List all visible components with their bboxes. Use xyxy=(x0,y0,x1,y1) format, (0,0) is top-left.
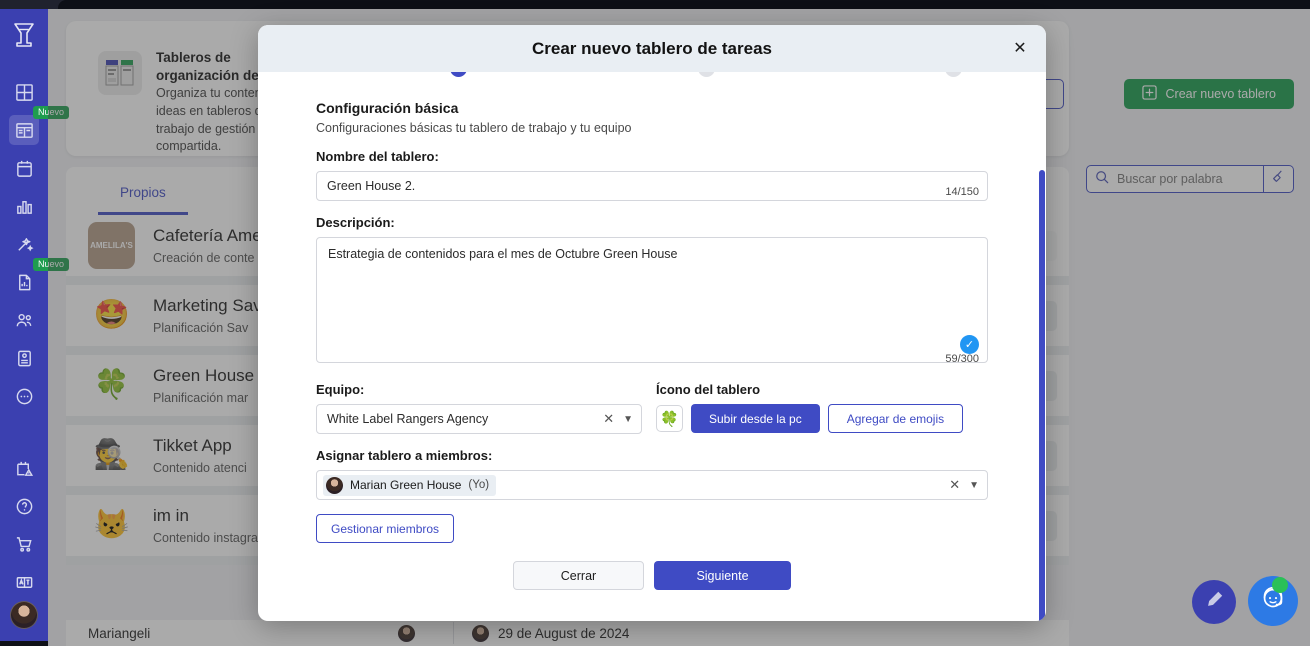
sidebar-item-cart[interactable] xyxy=(9,529,39,559)
app-logo-icon[interactable] xyxy=(7,17,41,57)
add-emoji-button[interactable]: Agregar de emojis xyxy=(827,404,964,433)
team-select[interactable]: White Label Rangers Agency ✕ ▼ xyxy=(316,404,642,434)
description-textarea[interactable]: Estrategia de contenidos para el mes de … xyxy=(316,237,988,363)
board-icon-controls: 🍀 Subir desde la pc Agregar de emojis xyxy=(656,404,988,433)
modal-title: Crear nuevo tablero de tareas xyxy=(532,38,772,58)
support-status-badge xyxy=(1272,577,1288,593)
manage-members-button[interactable]: Gestionar miembros xyxy=(316,514,455,543)
member-chip[interactable]: Marian Green House (Yo) xyxy=(323,474,497,496)
description-counter: 59/300 xyxy=(945,353,979,365)
team-label: Equipo: xyxy=(316,382,365,397)
sidebar-item-calendar-alert[interactable] xyxy=(9,453,39,483)
description-label: Descripción: xyxy=(316,215,395,230)
board-name-counter: 14/150 xyxy=(945,186,979,198)
sidebar-item-calendar[interactable] xyxy=(9,153,39,183)
step-dot-1[interactable] xyxy=(450,72,467,77)
edit-fab-button[interactable] xyxy=(1192,580,1236,624)
step-dot-3[interactable] xyxy=(945,72,962,77)
sidebar-item-help[interactable] xyxy=(9,491,39,521)
browser-chrome-strip xyxy=(0,0,1310,9)
next-button[interactable]: Siguiente xyxy=(654,561,791,590)
board-name-field: 14/150 xyxy=(316,171,988,201)
step-dot-2[interactable] xyxy=(698,72,715,77)
team-value: White Label Rangers Agency xyxy=(327,412,489,426)
team-column: Equipo: White Label Rangers Agency ✕ ▼ xyxy=(316,382,642,434)
sidebar-item-contacts[interactable] xyxy=(9,343,39,373)
section-subtitle: Configuraciones básicas tu tablero de tr… xyxy=(316,121,632,135)
section-title: Configuración básica xyxy=(316,100,459,116)
sidebar-item-grid[interactable] xyxy=(9,77,39,107)
sidebar-item-reports[interactable]: Nuevo xyxy=(9,258,70,297)
upload-icon-button[interactable]: Subir desde la pc xyxy=(691,404,820,433)
left-sidebar: Nuevo Nuevo xyxy=(0,9,70,641)
clear-x-icon[interactable]: ✕ xyxy=(949,477,960,493)
modal-scrollbar[interactable] xyxy=(1039,170,1045,621)
sidebar-item-magic[interactable] xyxy=(9,229,39,259)
board-icon-preview[interactable]: 🍀 xyxy=(656,405,683,432)
sidebar-item-chat[interactable] xyxy=(9,381,39,411)
description-field: Estrategia de contenidos para el mes de … xyxy=(316,237,988,368)
sidebar-item-people[interactable] xyxy=(9,305,39,335)
user-avatar[interactable] xyxy=(10,601,38,629)
modal-actions: Cerrar Siguiente xyxy=(316,561,988,590)
screen: Tableros de organización de tareas Organ… xyxy=(0,0,1310,646)
sidebar-item-analytics[interactable] xyxy=(9,191,39,221)
avatar xyxy=(326,476,343,494)
chevron-down-icon[interactable]: ▼ xyxy=(969,480,979,491)
support-fab-button[interactable] xyxy=(1248,576,1298,626)
cancel-button[interactable]: Cerrar xyxy=(513,561,644,590)
members-label: Asignar tablero a miembros: xyxy=(316,448,493,463)
team-and-icon-row: Equipo: White Label Rangers Agency ✕ ▼ Í… xyxy=(316,382,988,434)
check-icon: ✓ xyxy=(960,335,979,354)
board-icon-column: Ícono del tablero 🍀 Subir desde la pc Ag… xyxy=(656,382,988,434)
board-name-label: Nombre del tablero: xyxy=(316,149,439,164)
board-name-input[interactable] xyxy=(316,171,988,201)
pencil-icon xyxy=(1205,590,1224,614)
step-indicator xyxy=(316,72,988,86)
modal-inner: Configuración básica Configuraciones bás… xyxy=(258,72,1046,590)
clear-x-icon[interactable]: ✕ xyxy=(603,411,614,427)
create-board-modal: Crear nuevo tablero de tareas ✕ Configur… xyxy=(258,25,1046,621)
modal-body: Configuración básica Configuraciones bás… xyxy=(258,72,1046,621)
sidebar-item-translate[interactable] xyxy=(9,567,39,597)
close-icon[interactable]: ✕ xyxy=(1010,38,1030,58)
member-self-suffix: (Yo) xyxy=(468,479,490,491)
member-name: Marian Green House xyxy=(350,478,462,492)
board-icon-label: Ícono del tablero xyxy=(656,382,761,397)
modal-header: Crear nuevo tablero de tareas ✕ xyxy=(258,25,1046,72)
sidebar-item-boards[interactable]: Nuevo xyxy=(9,106,70,145)
members-select[interactable]: Marian Green House (Yo) ✕ ▼ xyxy=(316,470,988,500)
chevron-down-icon[interactable]: ▼ xyxy=(623,414,633,425)
